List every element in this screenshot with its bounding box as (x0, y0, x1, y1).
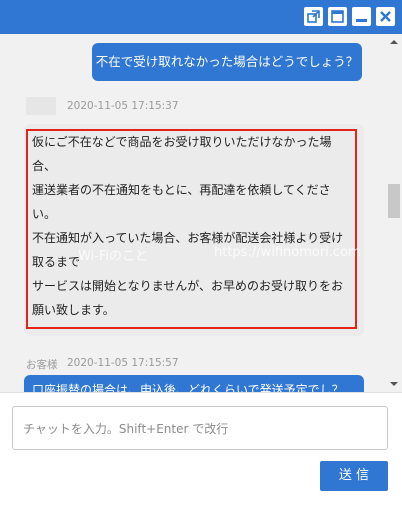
popout-icon[interactable] (304, 7, 323, 26)
chat-input[interactable]: チャットを入力。Shift+Enter で改行 (12, 406, 388, 450)
chat-window-titlebar (0, 0, 402, 34)
partial-message-text: 口座振替の場合は、申込後、どれくらいで発送予定でし？ (32, 383, 344, 392)
bot-message-text: 仮にご不在などで商品をお受け取りいただけなかった場 合、 運送業者の不在通知をも… (32, 130, 357, 322)
send-button[interactable]: 送 信 (320, 461, 388, 491)
user-message-bubble: 不在で受け取れなかった場合はどうでしょう？ (92, 43, 362, 81)
scrollbar-thumb[interactable] (388, 184, 400, 218)
scroll-up-icon[interactable] (386, 34, 402, 51)
bot-message-line: サービスは開始となりませんが、お早めのお受け取りをお (32, 279, 344, 293)
bot-message-line: い。 (32, 207, 57, 221)
window-icon[interactable] (328, 7, 347, 26)
bot-message-line: 合、 (32, 159, 57, 173)
chat-history[interactable]: 不在で受け取れなかった場合はどうでしょう？ 2020-11-05 17:15:3… (0, 34, 386, 392)
chat-scrollbar[interactable] (386, 34, 402, 392)
bot-message-line: 仮にご不在などで商品をお受け取りいただけなかった場 (32, 135, 332, 149)
close-icon[interactable] (376, 7, 395, 26)
operator-name-blurred (26, 97, 56, 115)
customer-label: お客様 (26, 359, 58, 371)
watermark-right: https://wifinomori.com (214, 245, 361, 260)
user-message-bubble: 口座振替の場合は、申込後、どれくらいで発送予定でし？ (24, 375, 364, 392)
minimize-icon[interactable] (352, 7, 371, 26)
message-timestamp: 2020-11-05 17:15:37 (67, 100, 179, 112)
scroll-down-icon[interactable] (386, 375, 402, 392)
watermark-left: Wi-Fiのこと (78, 249, 149, 264)
composer: チャットを入力。Shift+Enter で改行 送 信 (0, 392, 402, 505)
message-timestamp: 2020-11-05 17:15:57 (67, 357, 179, 369)
bot-message-line: 運送業者の不在通知をもとに、再配達を依頼してくださ (32, 183, 331, 197)
bot-message-line: 願い致します。 (32, 303, 115, 317)
